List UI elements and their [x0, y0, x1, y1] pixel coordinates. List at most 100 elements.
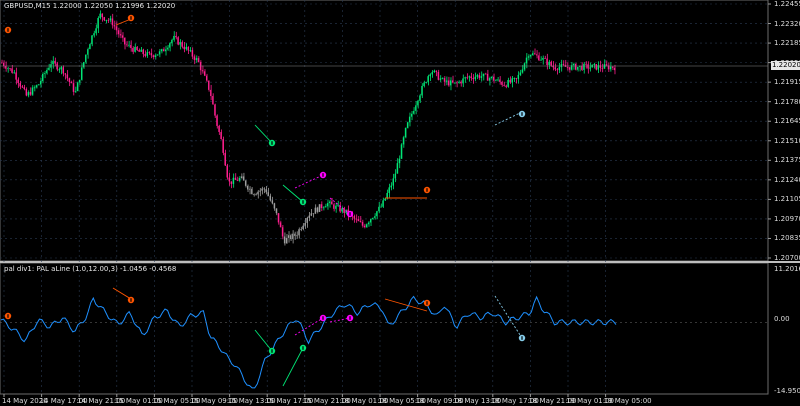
candle-body — [480, 76, 483, 78]
candle-body — [458, 81, 460, 83]
candle-body — [404, 127, 407, 138]
candle-body — [11, 68, 13, 73]
candle-body — [550, 61, 552, 66]
candle-body — [206, 75, 208, 81]
candle-body — [593, 64, 595, 65]
candle-body — [171, 39, 173, 44]
candle-body — [554, 67, 556, 70]
candle-body — [511, 78, 513, 83]
candle-body — [31, 87, 34, 95]
price-tick-label: 1.22185 — [774, 39, 800, 48]
candle-body — [193, 56, 196, 60]
candle-body — [17, 79, 19, 84]
candle-body — [488, 78, 491, 81]
divergence-line — [254, 124, 273, 144]
divergence-line — [494, 295, 523, 339]
chart-canvas[interactable] — [0, 0, 800, 406]
candle-body — [185, 46, 187, 50]
candle-body — [312, 213, 315, 215]
candle-body — [495, 80, 497, 82]
candle-body — [44, 73, 46, 75]
candle-body — [230, 181, 233, 184]
candle-body — [173, 35, 175, 40]
candle-body — [507, 80, 509, 87]
candle-body — [497, 79, 499, 81]
candle-body — [222, 139, 224, 153]
candle-body — [294, 233, 296, 236]
candle-body — [613, 67, 616, 71]
candle-body — [126, 44, 128, 46]
candle-body — [300, 229, 302, 230]
candle-body — [132, 48, 134, 52]
divergence-line — [254, 329, 273, 352]
candle-body — [575, 63, 577, 70]
candle-body — [583, 63, 585, 70]
candle-body — [148, 52, 151, 54]
candle-body — [337, 205, 339, 207]
candle-body — [177, 37, 179, 45]
price-tick-label: 1.20700 — [774, 254, 800, 262]
candle-body — [42, 73, 44, 82]
candle-body — [361, 222, 364, 226]
candle-body — [25, 89, 28, 96]
candle-body — [179, 42, 181, 45]
candle-body — [160, 49, 163, 52]
candle-body — [363, 225, 366, 228]
candle-body — [279, 222, 282, 228]
candle-body — [292, 233, 294, 240]
candle-body — [52, 60, 54, 65]
candle-body — [156, 54, 159, 56]
candle-body — [249, 188, 251, 190]
candle-body — [124, 37, 126, 45]
candle-body — [472, 78, 474, 80]
candle-body — [452, 80, 454, 83]
candle-body — [244, 180, 247, 186]
candle-body — [64, 73, 66, 75]
candle-body — [589, 67, 591, 69]
candle-body — [136, 46, 138, 51]
candle-body — [134, 46, 136, 52]
candle-body — [439, 78, 442, 80]
candle-body — [87, 49, 89, 55]
candle-body — [484, 73, 487, 75]
candle-body — [78, 79, 81, 83]
candle-body — [398, 158, 401, 164]
candle-body — [27, 92, 30, 96]
candle-body — [359, 221, 362, 223]
candle-body — [273, 203, 276, 209]
candle-body — [396, 163, 399, 174]
candle-body — [577, 66, 579, 70]
candle-body — [324, 206, 327, 208]
candle-body — [333, 204, 335, 209]
candle-body — [466, 77, 468, 79]
candle-body — [253, 194, 255, 195]
candle-body — [560, 64, 563, 68]
ind-cyan-marker-mark — [521, 336, 523, 340]
candle-body — [525, 57, 528, 64]
candle-body — [568, 67, 571, 70]
candle-body — [534, 53, 536, 55]
candle-body — [499, 79, 501, 82]
candle-body — [308, 215, 310, 218]
candle-body — [482, 73, 485, 77]
time-tick-label: 19 May 05:00 — [603, 397, 652, 405]
candle-body — [427, 76, 429, 83]
candle-body — [9, 68, 11, 70]
candle-body — [449, 80, 452, 86]
candle-body — [310, 213, 312, 216]
candle-body — [372, 217, 374, 220]
candle-body — [318, 204, 321, 212]
candle-body — [210, 89, 212, 97]
candle-body — [562, 64, 565, 65]
candle-body — [599, 65, 602, 68]
indicator-title: pal div1: PAL aLine (1.0,12.00,3) -1.045… — [4, 265, 177, 273]
candle-body — [281, 227, 284, 237]
candle-body — [298, 229, 300, 236]
candle-body — [355, 218, 358, 220]
candle-body — [267, 192, 269, 196]
candle-body — [357, 219, 360, 222]
candle-body — [581, 65, 583, 70]
candle-body — [113, 25, 116, 27]
candle-body — [121, 35, 124, 38]
ind-hidden-marker-mark — [322, 316, 324, 320]
